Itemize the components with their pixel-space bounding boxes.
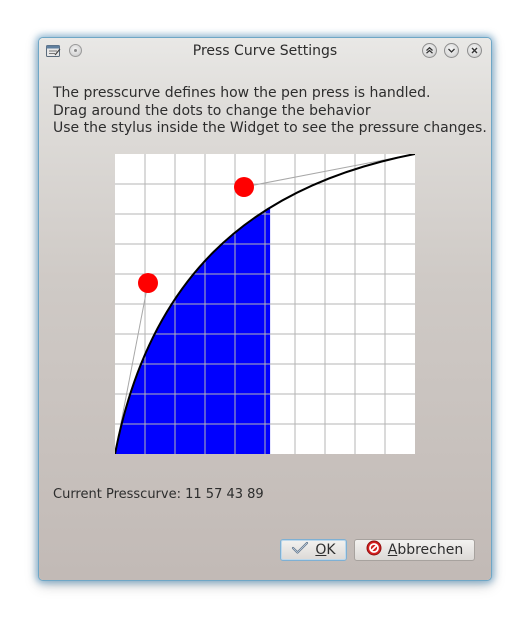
description-line-2: Drag around the dots to change the behav… [53,103,371,119]
press-curve-dialog: Press Curve Settings The presscurve defi… [39,38,491,580]
control-point-handle-2[interactable] [234,177,254,197]
description-line-1: The presscurve defines how the pen press… [53,85,431,101]
ok-button[interactable]: OK [280,539,347,561]
description-line-3: Use the stylus inside the Widget to see … [53,120,487,136]
cancel-label: Abbrechen [388,542,463,558]
title-bar[interactable]: Press Curve Settings [39,38,491,66]
close-icon[interactable] [467,43,482,58]
checkmark-icon [291,541,309,559]
keep-above-icon[interactable] [422,43,437,58]
ok-mnemonic: O [315,542,327,558]
cancel-icon [366,540,382,560]
cancel-label-rest: bbrechen [397,542,464,558]
press-curve-widget[interactable] [115,154,415,454]
current-presscurve: Current Presscurve: 11 57 43 89 [53,487,264,502]
ok-label: OK [315,542,335,558]
control-point-handle-1[interactable] [138,273,158,293]
cancel-button[interactable]: Abbrechen [354,539,475,561]
press-curve-canvas[interactable] [115,154,415,454]
current-presscurve-value: 11 57 43 89 [185,487,264,502]
cancel-mnemonic: A [387,542,398,558]
ok-label-rest: K [326,542,336,558]
minimize-icon[interactable] [444,43,459,58]
current-presscurve-label: Current Presscurve: [53,487,181,502]
